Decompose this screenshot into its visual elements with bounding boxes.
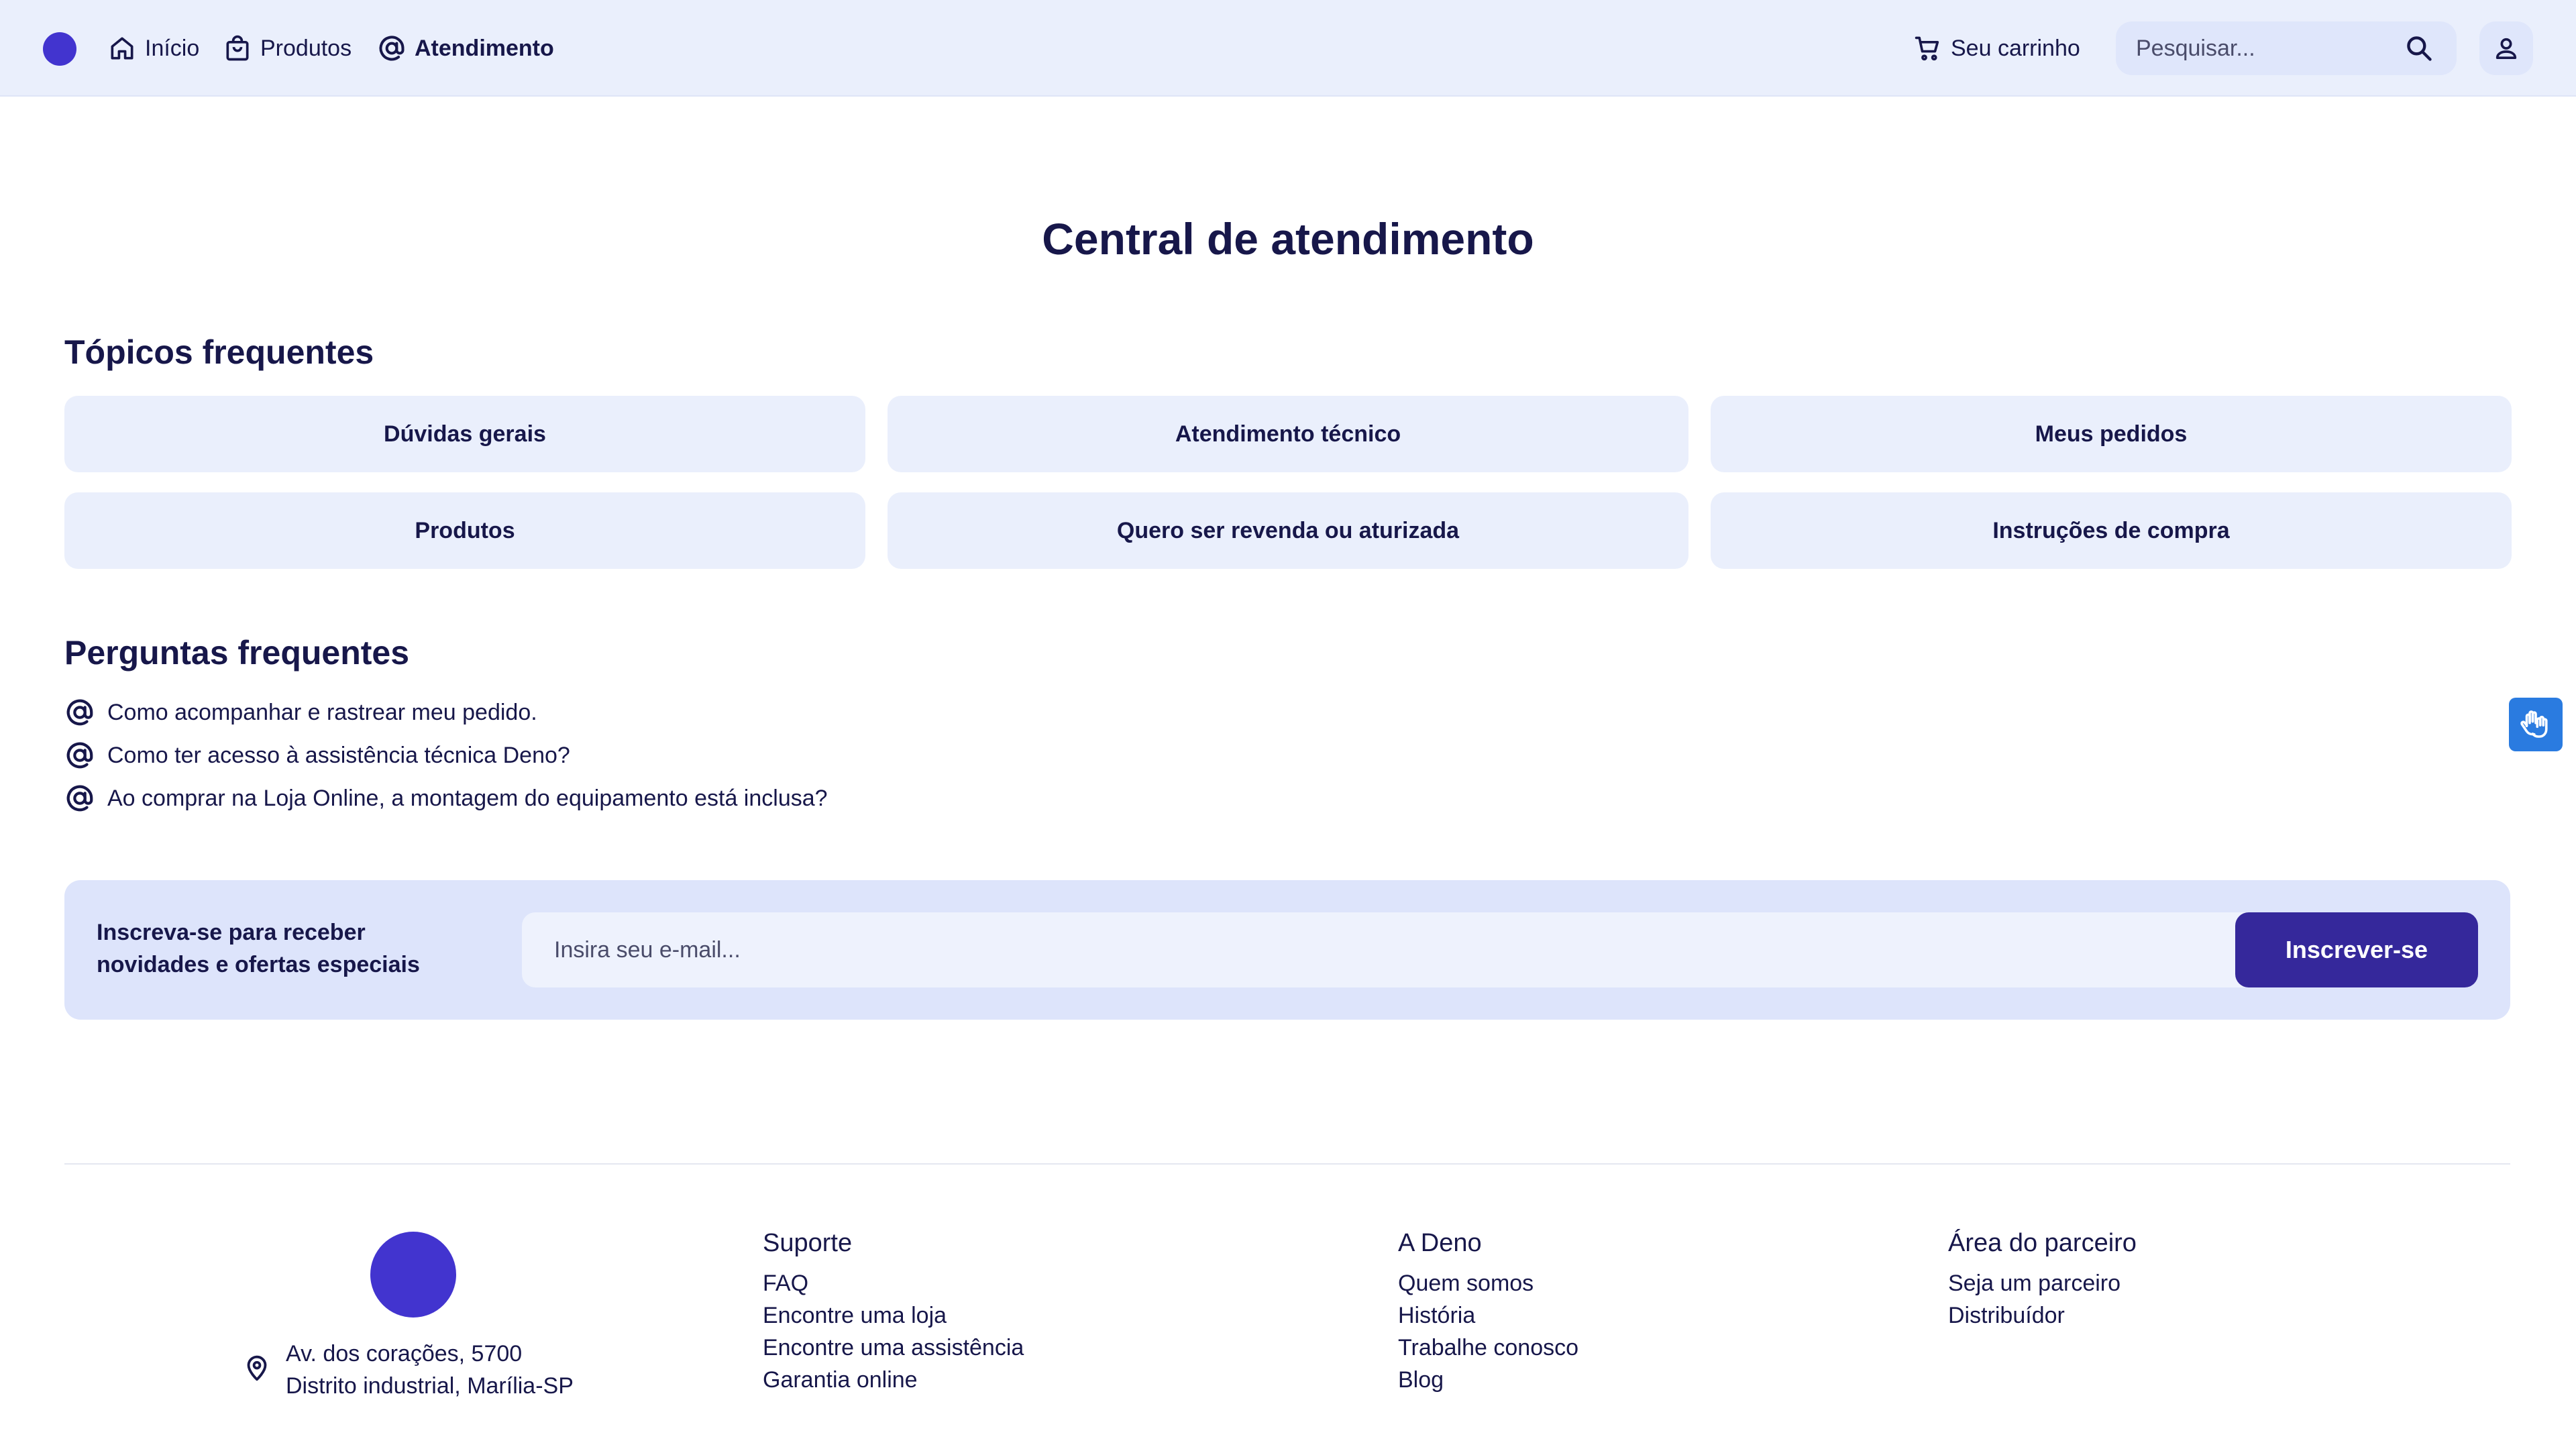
footer-address: Av. dos corações, 5700 Distrito industri…: [241, 1338, 574, 1402]
email-field[interactable]: [522, 912, 2289, 987]
footer-column-title: Suporte: [763, 1229, 853, 1257]
subscribe-button[interactable]: Inscrever-se: [2235, 912, 2478, 987]
nav-label: Produtos: [260, 35, 352, 61]
faq-question: Como ter acesso à assistência técnica De…: [107, 742, 570, 768]
topic-revenda[interactable]: Quero ser revenda ou aturizada: [888, 492, 1688, 569]
shopping-bag-icon: [226, 35, 249, 61]
footer-link-blog[interactable]: Blog: [1398, 1364, 1578, 1396]
nav-label: Início: [145, 35, 200, 61]
address-line-2: Distrito industrial, Marília-SP: [286, 1373, 574, 1399]
nav-item-inicio[interactable]: Início: [107, 27, 199, 70]
search-icon[interactable]: [2404, 34, 2434, 63]
topic-meus-pedidos[interactable]: Meus pedidos: [1711, 396, 2512, 472]
footer-column-title: Área do parceiro: [1948, 1229, 2137, 1257]
footer-link-trabalhe-conosco[interactable]: Trabalhe conosco: [1398, 1332, 1578, 1364]
topic-produtos[interactable]: Produtos: [64, 492, 865, 569]
faq-heading: Perguntas frequentes: [64, 634, 410, 672]
home-icon: [111, 37, 133, 60]
page-title: Central de atendimento: [1042, 214, 1534, 264]
address-lines: Av. dos corações, 5700 Distrito industri…: [286, 1338, 574, 1402]
footer-link-quem-somos[interactable]: Quem somos: [1398, 1267, 1578, 1299]
at-icon: [66, 742, 93, 769]
newsletter-banner: Inscreva-se para receber novidades e ofe…: [64, 880, 2510, 1020]
footer-column-suporte: Suporte FAQ Encontre uma loja Encontre u…: [763, 1229, 1024, 1396]
footer-link-encontre-loja[interactable]: Encontre uma loja: [763, 1299, 1024, 1332]
account-button[interactable]: [2479, 21, 2533, 75]
nav-item-produtos[interactable]: Produtos: [223, 27, 352, 70]
at-icon: [66, 785, 93, 812]
top-navbar: Início Produtos Atendimento Seu carrinho: [0, 0, 2576, 97]
search-input[interactable]: [2136, 21, 2391, 75]
topic-atendimento-tecnico[interactable]: Atendimento técnico: [888, 396, 1688, 472]
topic-instrucoes-de-compra[interactable]: Instruções de compra: [1711, 492, 2512, 569]
topics-heading: Tópicos frequentes: [64, 333, 374, 371]
user-icon: [2496, 38, 2517, 59]
search-bar: [2116, 21, 2457, 75]
address-line-1: Av. dos corações, 5700: [286, 1341, 523, 1366]
topic-duvidas-gerais[interactable]: Dúvidas gerais: [64, 396, 865, 472]
nav-label: Atendimento: [415, 35, 554, 61]
faq-question: Como acompanhar e rastrear meu pedido.: [107, 699, 537, 725]
footer-column-a-deno: A Deno Quem somos História Trabalhe cono…: [1398, 1229, 1578, 1396]
at-icon: [379, 36, 405, 61]
cart-button[interactable]: Seu carrinho: [1913, 27, 2080, 70]
accessibility-widget-button[interactable]: [2509, 698, 2563, 751]
faq-question: Ao comprar na Loja Online, a montagem do…: [107, 785, 828, 811]
faq-item[interactable]: Ao comprar na Loja Online, a montagem do…: [64, 780, 828, 817]
shopping-cart-icon: [1915, 36, 1939, 61]
footer-link-encontre-assistencia[interactable]: Encontre uma assistência: [763, 1332, 1024, 1364]
cart-label: Seu carrinho: [1951, 35, 2080, 61]
at-icon: [66, 699, 93, 726]
nav-item-atendimento[interactable]: Atendimento: [377, 27, 554, 70]
brand-logo[interactable]: [43, 32, 76, 66]
footer-link-seja-parceiro[interactable]: Seja um parceiro: [1948, 1267, 2137, 1299]
newsletter-text: Inscreva-se para receber novidades e ofe…: [97, 920, 420, 977]
footer-column-title: A Deno: [1398, 1229, 1482, 1257]
sign-language-hands-icon: [2520, 710, 2548, 738]
faq-item[interactable]: Como acompanhar e rastrear meu pedido.: [64, 694, 537, 731]
faq-item[interactable]: Como ter acesso à assistência técnica De…: [64, 737, 570, 774]
footer-link-historia[interactable]: História: [1398, 1299, 1578, 1332]
map-pin-icon: [247, 1355, 267, 1381]
footer-link-garantia-online[interactable]: Garantia online: [763, 1364, 1024, 1396]
footer-column-area-parceiro: Área do parceiro Seja um parceiro Distri…: [1948, 1229, 2137, 1332]
footer-logo[interactable]: [370, 1232, 456, 1318]
footer-divider: [64, 1163, 2510, 1165]
footer-link-faq[interactable]: FAQ: [763, 1267, 1024, 1299]
footer-link-distribuidor[interactable]: Distribuídor: [1948, 1299, 2137, 1332]
